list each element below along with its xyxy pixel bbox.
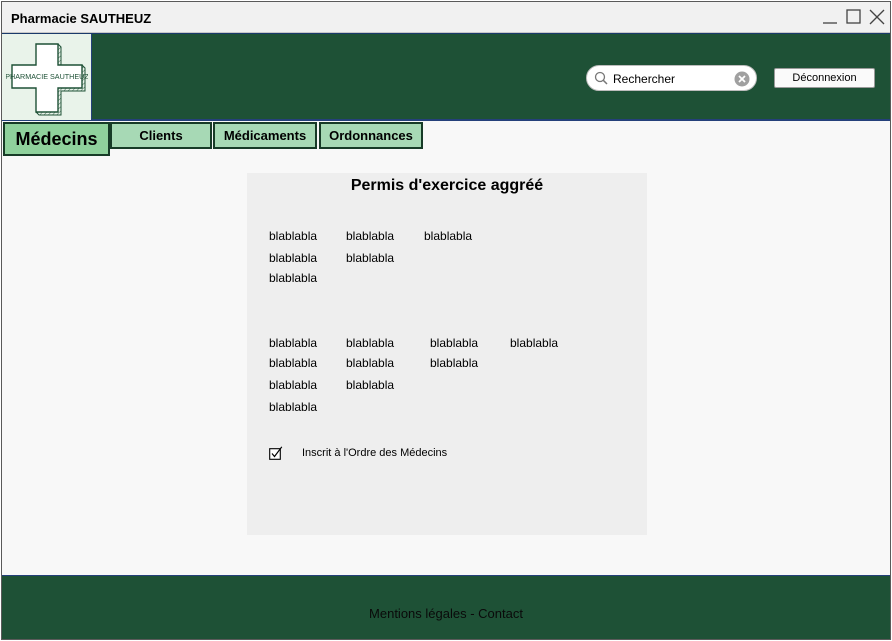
card-title: Permis d'exercice aggréé	[350, 177, 544, 194]
tab-ordonnances[interactable]: Ordonnances	[319, 122, 423, 149]
window-title: Pharmacie SAUTHEUZ	[11, 11, 152, 26]
field-value: blablabla	[424, 229, 473, 243]
tab-medicaments[interactable]: Médicaments	[213, 122, 317, 149]
checkbox-label: Inscrit à l'Ordre des Médecins	[302, 447, 448, 459]
field-value: blablabla	[269, 271, 318, 285]
minimize-icon[interactable]	[821, 7, 839, 27]
field-value: blablabla	[346, 378, 395, 392]
header-bar: PHARMACIE SAUTHEUZ Déconnexion	[2, 33, 890, 121]
field-value: blablabla	[346, 251, 395, 265]
field-value: blablabla	[430, 336, 479, 350]
app-window: Pharmacie SAUTHEUZ PHARMACIE SAUTHEUZ Re…	[1, 1, 891, 640]
footer-bar: Mentions légales - Contact	[2, 575, 890, 639]
license-card: Permis d'exercice aggréé blablabla blabl…	[247, 173, 647, 535]
footer-links[interactable]: Mentions légales - Contact	[2, 606, 890, 621]
ordre-medecins-checkbox[interactable]	[269, 446, 283, 460]
field-value: blablabla	[510, 336, 559, 350]
field-value: blablabla	[346, 356, 395, 370]
search-input[interactable]	[613, 70, 728, 88]
search-icon	[594, 71, 608, 90]
search-box[interactable]	[586, 65, 757, 91]
field-value: blablabla	[269, 356, 318, 370]
maximize-icon[interactable]	[845, 7, 863, 27]
logo-text: PHARMACIE SAUTHEUZ	[6, 72, 88, 81]
field-value: blablabla	[269, 251, 318, 265]
tab-medecins[interactable]: Médecins	[3, 122, 110, 156]
clear-search-icon[interactable]	[734, 71, 750, 92]
field-value: blablabla	[346, 229, 395, 243]
pharmacy-logo[interactable]: PHARMACIE SAUTHEUZ	[2, 34, 92, 120]
close-icon[interactable]	[868, 7, 886, 27]
title-bar: Pharmacie SAUTHEUZ	[2, 2, 890, 33]
field-value: blablabla	[269, 229, 318, 243]
field-value: blablabla	[269, 378, 318, 392]
field-value: blablabla	[269, 336, 318, 350]
field-value: blablabla	[346, 336, 395, 350]
tab-clients[interactable]: Clients	[110, 122, 212, 149]
field-value: blablabla	[269, 400, 318, 414]
field-value: blablabla	[430, 356, 479, 370]
logout-button[interactable]: Déconnexion	[774, 68, 875, 88]
